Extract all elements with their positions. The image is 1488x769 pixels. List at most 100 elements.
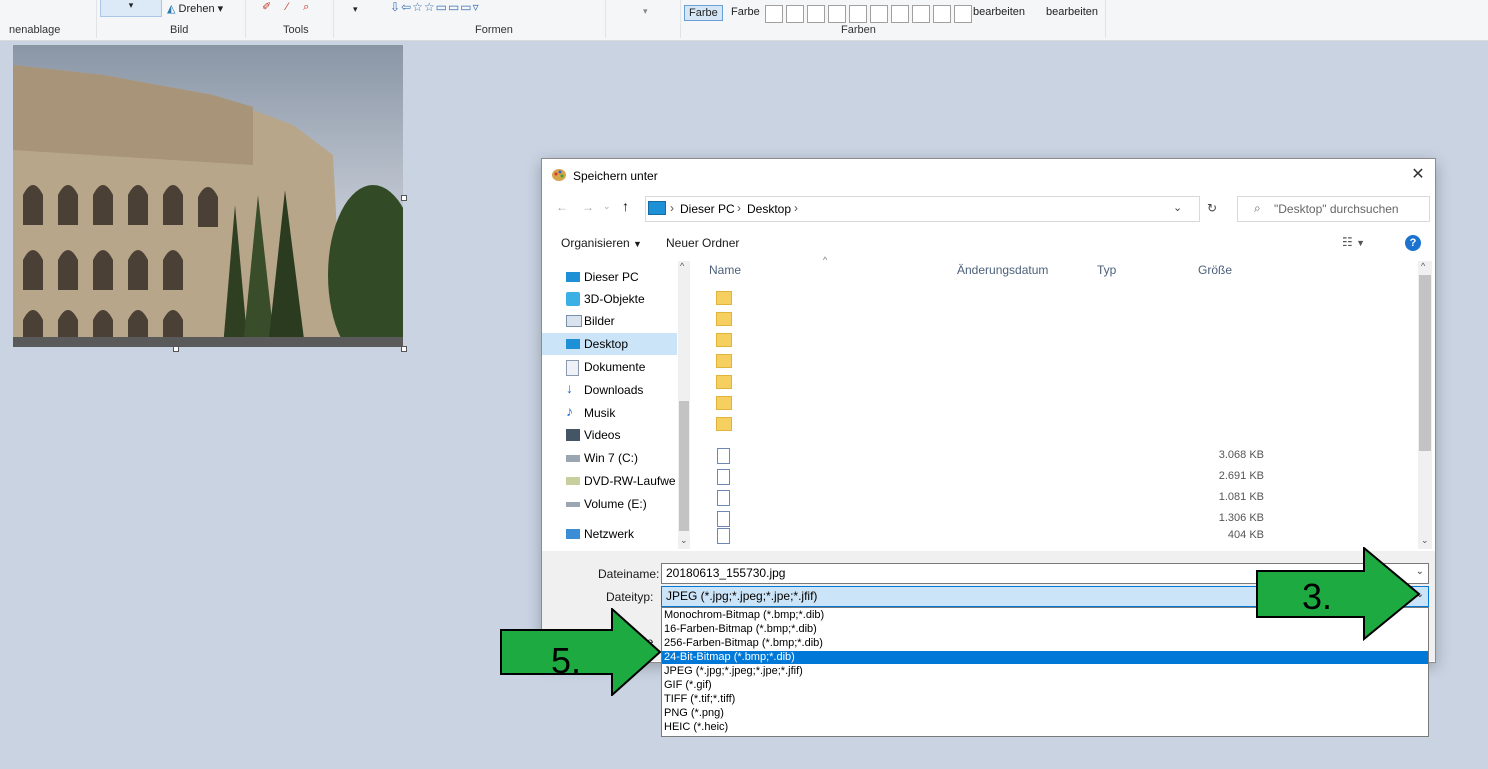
organize-button[interactable]: Organisieren ▼ xyxy=(561,236,642,250)
list-item[interactable]: 1.081 KB xyxy=(712,488,1412,508)
nav-item-volume-e[interactable]: Volume (E:) xyxy=(542,493,677,515)
list-item[interactable] xyxy=(712,330,1412,350)
address-dropdown[interactable]: ⌄ xyxy=(1173,201,1182,214)
folder-icon xyxy=(716,312,732,326)
color-well[interactable] xyxy=(828,5,846,23)
list-item[interactable]: 3.068 KB xyxy=(712,446,1412,466)
list-item[interactable] xyxy=(712,351,1412,371)
desktop-icon xyxy=(566,339,580,349)
dropdown-option[interactable]: HEIC (*.heic) xyxy=(662,721,1428,734)
nav-scrollbar[interactable]: ^ ⌄ xyxy=(678,261,690,549)
nav-item-network[interactable]: Netzwerk xyxy=(542,523,677,545)
list-item[interactable] xyxy=(712,414,1412,434)
color1-button[interactable]: Farbe xyxy=(684,5,723,21)
nav-item-dvd-drive[interactable]: DVD-RW-Laufwerk xyxy=(542,470,677,492)
ribbon-dropdown-button[interactable]: ▾ xyxy=(100,0,162,17)
filename-label: Dateiname: xyxy=(598,567,660,581)
color-well[interactable] xyxy=(849,5,867,23)
shapes-dropdown[interactable]: ▾ xyxy=(353,4,358,15)
edit-colors-3d-button[interactable]: bearbeiten xyxy=(1046,6,1098,18)
rotate-button[interactable]: ◭ Drehen ▾ xyxy=(167,2,223,15)
nav-item-label: Downloads xyxy=(584,383,644,397)
more-dropdown[interactable]: ▾ xyxy=(643,6,648,17)
color-well[interactable] xyxy=(891,5,909,23)
nav-item-label: DVD-RW-Laufwerk xyxy=(584,474,676,488)
color-well[interactable] xyxy=(870,5,888,23)
dropdown-option[interactable]: TIFF (*.tif;*.tiff) xyxy=(662,693,1428,706)
nav-item-label: Dokumente xyxy=(584,360,646,374)
filetype-label: Dateityp: xyxy=(606,590,654,604)
resize-handle[interactable] xyxy=(173,346,179,352)
color-well[interactable] xyxy=(954,5,972,23)
resize-handle[interactable] xyxy=(401,346,407,352)
nav-item-music[interactable]: ♪ Musik xyxy=(542,402,677,424)
nav-item-3d-objects[interactable]: 3D-Objekte xyxy=(542,288,677,310)
list-item[interactable] xyxy=(712,372,1412,392)
column-header-name[interactable]: Name xyxy=(709,263,741,277)
tools-icons[interactable]: ✐ ⁄ ⌕ xyxy=(262,0,315,14)
dropdown-option-selected[interactable]: 24-Bit-Bitmap (*.bmp;*.dib) xyxy=(662,651,1428,664)
close-icon: ✕ xyxy=(1411,166,1425,183)
forward-button[interactable]: → xyxy=(582,200,594,214)
nav-item-downloads[interactable]: ↓ Downloads xyxy=(542,379,677,401)
ribbon: ▾ ◭ Drehen ▾ ✐ ⁄ ⌕ ▾ ⇩⇦☆☆▭▭▭▿ ▾ Farbe Fa… xyxy=(0,0,1488,41)
scroll-up-arrow[interactable]: ^ xyxy=(680,261,684,271)
shapes-gallery[interactable]: ⇩⇦☆☆▭▭▭▿ xyxy=(390,0,480,14)
list-item[interactable] xyxy=(712,288,1412,308)
nav-item-label: Desktop xyxy=(584,337,629,351)
dialog-title: Speichern unter xyxy=(573,169,658,183)
refresh-button[interactable]: ↻ xyxy=(1207,201,1217,215)
file-size: 1.306 KB xyxy=(1218,512,1264,524)
music-note-icon: ♪ xyxy=(566,403,573,419)
color-well[interactable] xyxy=(765,5,783,23)
back-button[interactable]: ← xyxy=(556,200,568,214)
view-options-button[interactable]: ☷ ▼ xyxy=(1342,235,1365,249)
refresh-icon: ↻ xyxy=(1207,201,1218,215)
scroll-down-arrow[interactable]: ⌄ xyxy=(1421,535,1429,546)
close-button[interactable]: ✕ xyxy=(1407,165,1429,185)
folder-icon xyxy=(716,417,732,431)
color-well[interactable] xyxy=(807,5,825,23)
list-item[interactable]: 2.691 KB xyxy=(712,467,1412,487)
recent-dropdown[interactable]: ⌄ xyxy=(603,201,611,212)
nav-item-label: Bilder xyxy=(584,314,615,328)
nav-item-documents[interactable]: Dokumente xyxy=(542,356,677,378)
column-header-size[interactable]: Größe xyxy=(1198,263,1232,277)
breadcrumb-desktop[interactable]: Desktop xyxy=(747,202,791,216)
breadcrumb-chevron: › xyxy=(670,201,674,215)
nav-item-drive-c[interactable]: Win 7 (C:) xyxy=(542,447,677,469)
search-input[interactable]: ⌕ "Desktop" durchsuchen xyxy=(1237,196,1430,222)
dropdown-option[interactable]: PNG (*.png) xyxy=(662,707,1428,720)
dropdown-option[interactable]: JPEG (*.jpg;*.jpeg;*.jpe;*.jfif) xyxy=(662,665,1428,678)
file-list-scrollbar-thumb[interactable] xyxy=(1419,275,1431,451)
color-well[interactable] xyxy=(912,5,930,23)
address-bar[interactable]: › Dieser PC › Desktop › ⌄ xyxy=(645,196,1200,222)
edit-colors-button[interactable]: bearbeiten xyxy=(973,6,1025,18)
nav-scrollbar-thumb[interactable] xyxy=(679,401,689,531)
scroll-down-arrow[interactable]: ⌄ xyxy=(680,535,688,546)
breadcrumb-chevron: › xyxy=(794,201,798,215)
column-header-date[interactable]: Änderungsdatum xyxy=(957,263,1048,277)
list-item[interactable] xyxy=(712,393,1412,413)
color-well[interactable] xyxy=(786,5,804,23)
color-well[interactable] xyxy=(933,5,951,23)
color2-button[interactable]: Farbe xyxy=(731,6,760,18)
list-item[interactable]: 404 KB xyxy=(712,526,1412,546)
help-button[interactable]: ? xyxy=(1405,235,1421,251)
nav-item-this-pc[interactable]: Dieser PC xyxy=(542,266,677,288)
breadcrumb-this-pc[interactable]: Dieser PC xyxy=(680,202,735,216)
file-list-scrollbar[interactable]: ^ ⌄ xyxy=(1418,261,1432,549)
new-folder-button[interactable]: Neuer Ordner xyxy=(666,236,739,250)
column-header-type[interactable]: Typ xyxy=(1097,263,1116,277)
nav-item-desktop[interactable]: Desktop xyxy=(542,333,677,355)
up-button[interactable]: ↑ xyxy=(622,198,629,214)
list-item[interactable] xyxy=(712,309,1412,329)
nav-item-pictures[interactable]: Bilder xyxy=(542,310,677,332)
image-file-icon xyxy=(717,448,730,464)
scroll-up-arrow[interactable]: ^ xyxy=(1421,261,1425,271)
resize-handle[interactable] xyxy=(401,195,407,201)
canvas-image[interactable] xyxy=(13,45,403,347)
nav-item-videos[interactable]: Videos xyxy=(542,424,677,446)
dropdown-option[interactable]: GIF (*.gif) xyxy=(662,679,1428,692)
nav-item-label: Win 7 (C:) xyxy=(584,451,638,465)
